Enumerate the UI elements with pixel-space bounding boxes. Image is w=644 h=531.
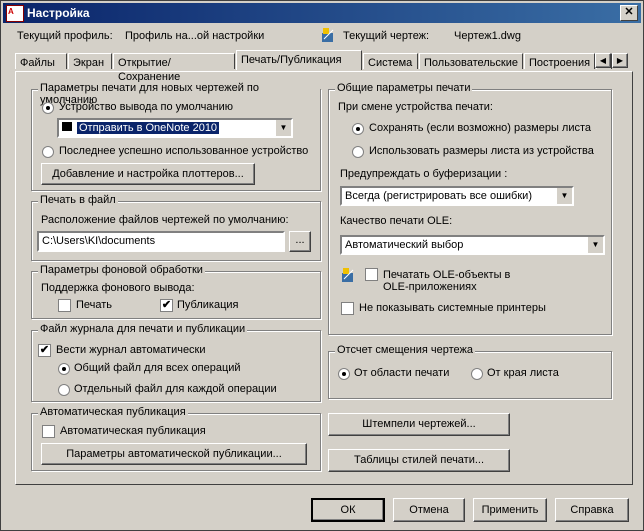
plot-style-table-settings-button[interactable]: Таблицы стилей печати... <box>328 449 510 472</box>
options-dialog: A Настройка ✕ Текущий профиль: Профиль н… <box>0 0 644 531</box>
background-print-label: Печать <box>76 299 113 311</box>
offset-paper-edge-radio[interactable] <box>471 368 483 380</box>
ole-quality-label: Качество печати OLE: <box>340 215 453 227</box>
tab-label: Экран <box>73 57 105 69</box>
last-device-label: Последнее успешно использованное устройс… <box>59 145 309 157</box>
group-title: Общие параметры печати <box>335 82 473 94</box>
tab-plot-publish[interactable]: Печать/Публикация <box>236 50 362 70</box>
group-title: Автоматическая публикация <box>38 406 188 418</box>
ole-quality-value: Автоматический выбор <box>345 239 464 251</box>
button-label: ... <box>295 234 305 246</box>
drawing-icon <box>321 27 337 43</box>
use-device-size-radio[interactable] <box>352 146 364 158</box>
background-publish-label: Публикация <box>177 299 239 311</box>
tab-scroll-left-button[interactable]: ◀ <box>595 53 611 68</box>
autopublish-checkbox[interactable] <box>42 425 55 438</box>
tab-scroll-right-button[interactable]: ▶ <box>612 53 628 68</box>
hide-system-printers-checkbox[interactable] <box>341 302 354 315</box>
background-print-checkbox[interactable] <box>58 299 71 312</box>
button-label: Штемпели чертежей... <box>362 418 476 430</box>
current-profile-label: Текущий профиль: <box>17 30 113 42</box>
chevron-down-icon[interactable]: ▼ <box>275 120 291 136</box>
tab-user-preferences[interactable]: Пользовательские <box>419 53 523 69</box>
chevron-right-icon: ▶ <box>616 56 624 65</box>
common-log-label: Общий файл для всех операций <box>74 362 241 374</box>
tab-open-save[interactable]: Открытие/Сохранение <box>113 53 235 83</box>
device-change-label: При смене устройства печати: <box>338 101 493 113</box>
spool-alerts-select[interactable]: Всегда (регистрировать все ошибки) ▼ <box>340 186 574 206</box>
autocad-app-icon: A <box>6 5 24 22</box>
button-label: Отмена <box>409 504 449 516</box>
chevron-down-icon[interactable]: ▼ <box>556 188 572 204</box>
group-title: Печать в файл <box>38 194 118 206</box>
print-ole-with-app-label: Печатать OLE-объекты в <box>383 269 511 281</box>
separate-log-radio[interactable] <box>58 384 70 396</box>
plot-file-path-input[interactable]: C:\Users\KI\documents <box>37 231 285 252</box>
ole-quality-select[interactable]: Автоматический выбор ▼ <box>340 235 605 255</box>
print-ole-with-app-checkbox[interactable] <box>365 268 378 281</box>
tab-label: Файлы <box>20 57 55 69</box>
button-label: Таблицы стилей печати... <box>353 454 485 466</box>
tab-label: Пользовательские <box>424 57 518 69</box>
button-label: Добавление и настройка плоттеров... <box>52 168 244 180</box>
location-label: Расположение файлов чертежей по умолчани… <box>41 214 289 226</box>
printer-icon <box>61 121 73 132</box>
auto-log-label: Вести журнал автоматически <box>56 344 206 356</box>
autopublish-label: Автоматическая публикация <box>60 425 206 437</box>
group-title: Файл журнала для печати и публикации <box>38 323 248 335</box>
output-device-value: Отправить в OneNote 2010 <box>77 122 220 134</box>
offset-printable-area-label: От области печати <box>354 367 450 379</box>
chevron-left-icon: ◀ <box>599 56 607 65</box>
plot-stamp-settings-button[interactable]: Штемпели чертежей... <box>328 413 510 436</box>
tab-display[interactable]: Экран <box>68 53 112 69</box>
button-label: Применить <box>481 504 539 516</box>
tab-label: Построения <box>529 57 591 69</box>
tab-files[interactable]: Файлы <box>15 53 67 69</box>
window-title: Настройка <box>27 6 90 20</box>
offset-paper-edge-label: От края листа <box>487 367 559 379</box>
background-publish-checkbox[interactable]: ✔ <box>160 299 173 312</box>
autopublish-settings-button[interactable]: Параметры автоматической публикации... <box>41 443 307 465</box>
add-configure-plotters-button[interactable]: Добавление и настройка плоттеров... <box>41 163 255 185</box>
keep-paper-size-radio[interactable] <box>352 123 364 135</box>
help-button[interactable]: Справка <box>555 498 629 522</box>
group-title: Параметры фоновой обработки <box>38 264 205 276</box>
close-button[interactable]: ✕ <box>620 5 638 21</box>
use-device-size-label: Использовать размеры листа из устройства <box>369 145 594 157</box>
apply-button[interactable]: Применить <box>473 498 547 522</box>
title-bar: A Настройка ✕ <box>3 3 641 23</box>
group-title: Отсчет смещения чертежа <box>335 344 475 356</box>
common-log-radio[interactable] <box>58 363 70 375</box>
background-support-label: Поддержка фонового вывода: <box>41 282 195 294</box>
tab-label: Печать/Публикация <box>241 54 342 66</box>
current-drawing-label: Текущий чертеж: <box>343 30 430 42</box>
tab-label: Система <box>368 57 413 69</box>
tab-drafting[interactable]: Построения <box>524 53 595 69</box>
current-profile-value: Профиль на...ой настройки <box>125 30 265 42</box>
last-device-radio[interactable] <box>42 146 54 158</box>
tab-system[interactable]: Система <box>363 53 418 69</box>
output-device-select[interactable]: Отправить в OneNote 2010 ▼ <box>57 118 293 138</box>
current-drawing-value: Чертеж1.dwg <box>454 30 521 42</box>
ok-button[interactable]: ОК <box>311 498 385 522</box>
button-label: Параметры автоматической публикации... <box>66 448 282 460</box>
default-device-label: Устройство вывода по умолчанию <box>59 101 233 113</box>
offset-printable-area-radio[interactable] <box>338 368 350 380</box>
spool-alerts-label: Предупреждать о буферизации : <box>340 168 508 180</box>
button-label: Справка <box>570 504 614 516</box>
cancel-button[interactable]: Отмена <box>393 498 465 522</box>
spool-alerts-value: Всегда (регистрировать все ошибки) <box>345 190 532 202</box>
ole-app-icon <box>341 267 357 283</box>
print-ole-with-app-label-line2: OLE-приложениях <box>383 281 477 293</box>
background-processing-group: Параметры фоновой обработки <box>31 264 321 319</box>
default-device-radio[interactable] <box>42 102 54 114</box>
browse-button[interactable]: ... <box>289 231 311 252</box>
separate-log-label: Отдельный файл для каждой операции <box>74 383 277 395</box>
button-label: ОК <box>340 504 356 516</box>
hide-system-printers-label: Не показывать системные принтеры <box>359 302 546 314</box>
chevron-down-icon[interactable]: ▼ <box>587 237 603 253</box>
auto-log-checkbox[interactable]: ✔ <box>38 344 51 357</box>
keep-paper-size-label: Сохранять (если возможно) размеры листа <box>369 122 592 134</box>
